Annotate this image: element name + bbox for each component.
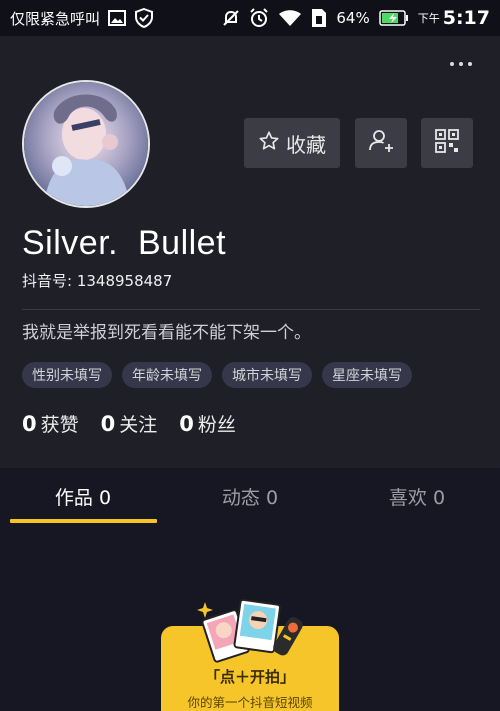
collect-button[interactable]: 收藏: [244, 118, 340, 168]
mute-icon: [222, 9, 240, 27]
following-label: 关注: [119, 414, 158, 436]
status-bar: 仅限紧急呼叫 64% 下午 5:17: [0, 0, 500, 36]
profile-name: Silver. Bullet: [22, 224, 227, 262]
profile-stats: 0 获赞 0 关注 0 粉丝: [22, 410, 236, 437]
stat-following[interactable]: 0 关注: [101, 410, 158, 437]
add-user-icon: [368, 128, 394, 158]
image-icon: [108, 10, 127, 26]
profile-bio: 我就是举报到死看看能不能下架一个。: [22, 323, 311, 343]
stat-likes[interactable]: 0 获赞: [22, 410, 79, 437]
wifi-icon: [278, 9, 302, 27]
carrier-text: 仅限紧急呼叫: [10, 9, 101, 28]
tag-age[interactable]: 年龄未填写: [122, 362, 212, 388]
shield-check-icon: [134, 8, 154, 28]
content-tabs: 作品 0 动态 0 喜欢 0: [0, 468, 500, 524]
tag-city[interactable]: 城市未填写: [222, 362, 312, 388]
battery-percent: 64%: [336, 9, 370, 27]
add-friend-button[interactable]: [355, 118, 407, 168]
followers-count: 0: [179, 412, 194, 436]
followers-label: 粉丝: [197, 414, 236, 436]
tab-works[interactable]: 作品 0: [0, 468, 166, 524]
camera-photos-illustration: [195, 598, 315, 664]
qr-code-icon: [434, 128, 460, 158]
active-tab-indicator: [10, 519, 157, 523]
tab-likes[interactable]: 喜欢 0: [334, 468, 500, 524]
battery-charging-icon: [378, 10, 409, 26]
stat-followers[interactable]: 0 粉丝: [179, 410, 236, 437]
following-count: 0: [100, 412, 116, 436]
sim-icon: [311, 8, 327, 28]
star-outline-icon: [258, 130, 280, 157]
profile-tags: 性别未填写 年龄未填写 城市未填写 星座未填写: [22, 362, 412, 388]
tag-zodiac[interactable]: 星座未填写: [322, 362, 412, 388]
clock-time: 5:17: [442, 7, 490, 29]
tab-moments[interactable]: 动态 0: [167, 468, 333, 524]
divider: [22, 309, 480, 310]
create-title: 「点＋开拍」: [204, 668, 295, 686]
collect-label: 收藏: [286, 132, 326, 157]
profile-header: 收藏 Silver. Bullet 抖音号: 1348958487 我就是举报到…: [0, 36, 500, 468]
likes-label: 获赞: [40, 414, 79, 436]
qr-code-button[interactable]: [421, 118, 473, 168]
alarm-icon: [249, 8, 269, 28]
tag-gender[interactable]: 性别未填写: [22, 362, 112, 388]
douyin-id: 抖音号: 1348958487: [22, 272, 173, 290]
likes-count: 0: [22, 412, 37, 436]
more-horizontal-icon[interactable]: [450, 62, 472, 66]
create-subtitle: 你的第一个抖音短视频: [187, 695, 313, 710]
avatar[interactable]: [22, 80, 150, 208]
time-prefix: 下午: [417, 12, 440, 25]
